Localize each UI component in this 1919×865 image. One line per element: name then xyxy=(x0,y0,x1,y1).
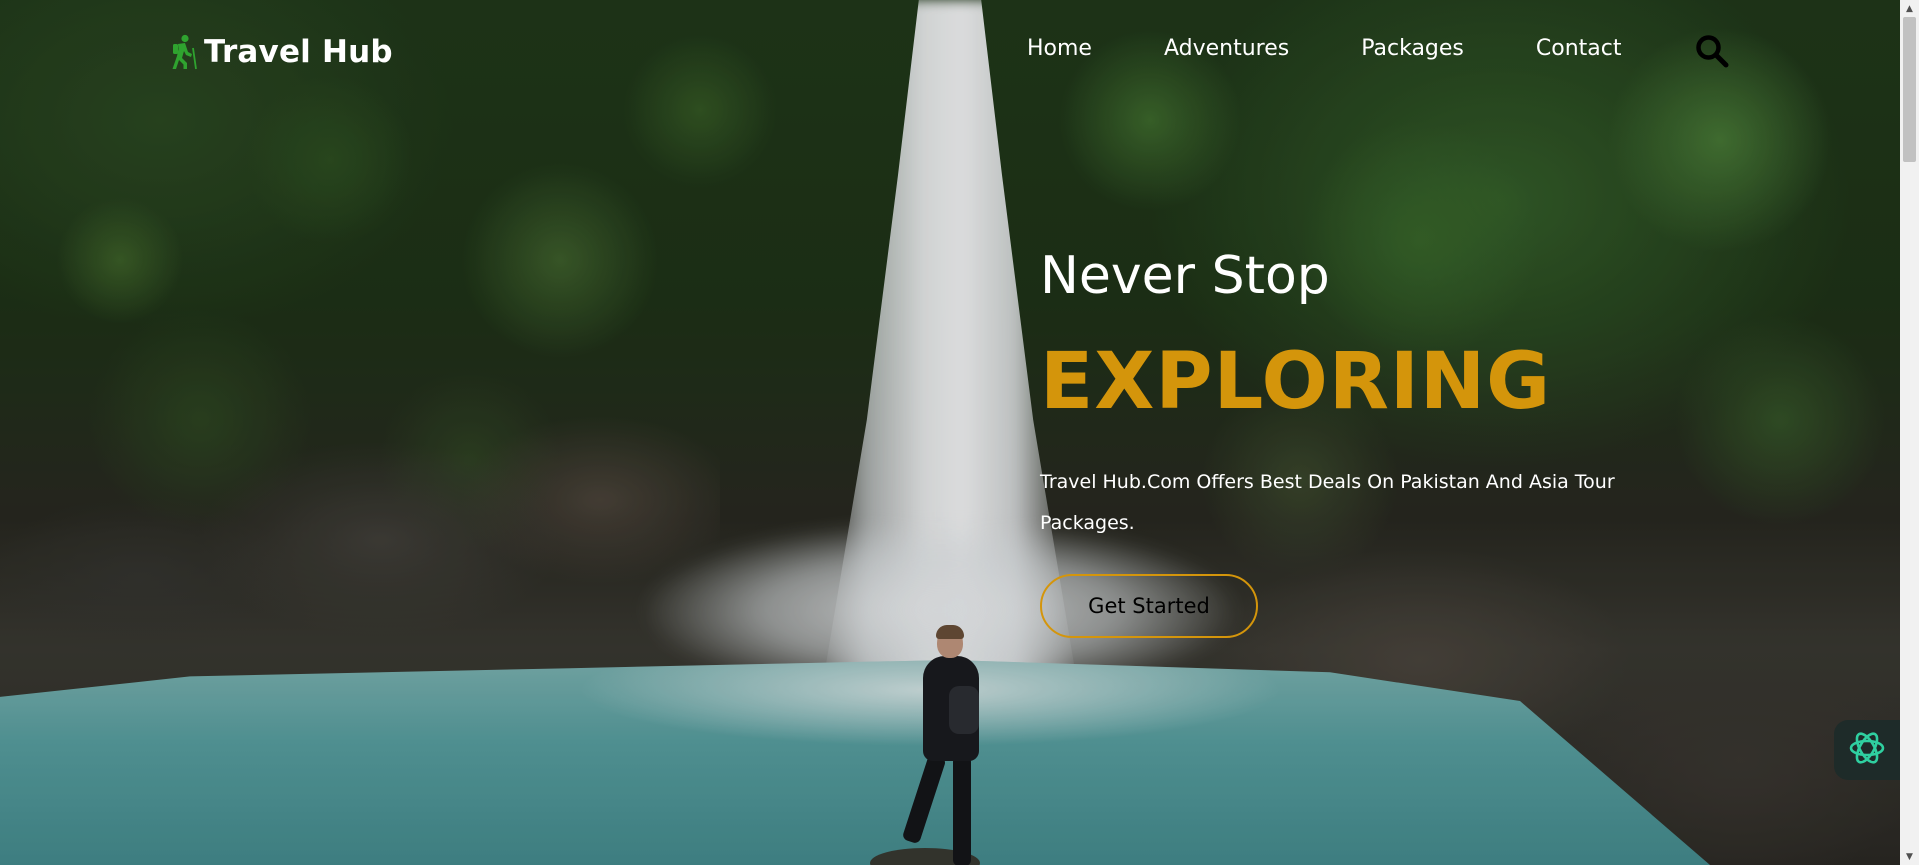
page-scrollbar[interactable]: ▲ ▼ xyxy=(1900,0,1919,865)
hero-title: EXPLORING xyxy=(1040,337,1552,427)
openai-icon xyxy=(1845,726,1889,774)
hiker-icon xyxy=(170,34,198,70)
nav-links: Home Adventures Packages Contact xyxy=(1027,36,1693,61)
scroll-up-arrow-icon[interactable]: ▲ xyxy=(1900,0,1919,17)
get-started-button[interactable]: Get Started xyxy=(1040,574,1258,638)
brand-name: Travel Hub xyxy=(204,34,393,70)
hero-content: Never Stop EXPLORING Travel Hub.Com Offe… xyxy=(1040,240,1760,638)
page: Travel Hub Home Adventures Packages Cont… xyxy=(0,0,1919,865)
search-icon xyxy=(1694,35,1730,72)
search-button[interactable] xyxy=(1694,33,1730,69)
hero-subtitle: Never Stop xyxy=(1040,246,1330,306)
nav-link-adventures[interactable]: Adventures xyxy=(1164,36,1289,61)
scroll-thumb[interactable] xyxy=(1903,17,1916,162)
scroll-down-arrow-icon[interactable]: ▼ xyxy=(1900,848,1919,865)
navbar: Travel Hub Home Adventures Packages Cont… xyxy=(0,0,1900,105)
brand-logo-link[interactable]: Travel Hub xyxy=(170,30,393,74)
nav-link-contact[interactable]: Contact xyxy=(1536,36,1622,61)
nav-link-home[interactable]: Home xyxy=(1027,36,1092,61)
hero-description: Travel Hub.Com Offers Best Deals On Paki… xyxy=(1040,471,1615,534)
assistant-widget-button[interactable] xyxy=(1834,720,1900,780)
nav-link-packages[interactable]: Packages xyxy=(1361,36,1464,61)
